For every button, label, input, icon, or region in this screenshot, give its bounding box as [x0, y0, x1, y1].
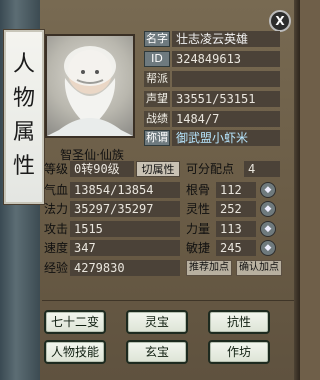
mp-value: 35297/35297 [70, 201, 180, 217]
available-points-label: 可分配点 [186, 162, 235, 176]
bone-adjust-button[interactable]: ◆ [260, 182, 276, 198]
record-value: 1484/7 [172, 111, 280, 127]
hp-value: 13854/13854 [70, 182, 180, 198]
title-label[interactable]: 称谓 [144, 130, 170, 146]
speed-value: 347 [70, 240, 180, 256]
record-label: 战绩 [144, 111, 170, 127]
strength-adjust-button[interactable]: ◆ [260, 221, 276, 237]
spirit-label: 灵性 [186, 202, 211, 216]
agility-value: 245 [216, 240, 256, 256]
guild-value [172, 71, 280, 87]
strength-value: 113 [216, 221, 256, 237]
adjust-icon: ◆ [264, 243, 272, 253]
bone-value: 112 [216, 182, 256, 198]
id-label: ID [144, 51, 170, 67]
strength-label: 力量 [186, 222, 211, 236]
agility-label: 敏捷 [186, 241, 211, 255]
portrait-image [47, 46, 133, 136]
seventy-two-changes-button[interactable]: 七十二变 [44, 310, 106, 334]
name-value: 壮志凌云英雄 [172, 31, 280, 47]
adjust-icon: ◆ [264, 224, 272, 234]
name-label: 名字 [144, 31, 170, 47]
agility-adjust-button[interactable]: ◆ [260, 240, 276, 256]
guild-label: 帮派 [144, 71, 170, 87]
confirm-points-button[interactable]: 确认加点 [236, 260, 282, 276]
reputation-label: 声望 [144, 91, 170, 107]
character-skills-button[interactable]: 人物技能 [44, 340, 106, 364]
character-attributes-window: 人 物 属 性 X 智圣仙·仙族 名字 壮志凌云英雄 ID 324849613 … [0, 0, 300, 380]
right-border [294, 0, 300, 380]
spirit-adjust-button[interactable]: ◆ [260, 201, 276, 217]
reputation-value: 33551/53151 [172, 91, 280, 107]
section-divider [42, 300, 294, 301]
attack-label: 攻击 [44, 222, 69, 236]
spirit-value: 252 [216, 201, 256, 217]
character-portrait [45, 34, 135, 138]
window-title: 人 物 属 性 [12, 52, 35, 179]
level-label: 等级 [44, 162, 69, 176]
adjust-icon: ◆ [264, 185, 272, 195]
resistance-button[interactable]: 抗性 [208, 310, 270, 334]
adjust-icon: ◆ [264, 204, 272, 214]
close-icon: X [275, 14, 285, 28]
hp-label: 气血 [44, 183, 69, 197]
recommend-points-button[interactable]: 推荐加点 [186, 260, 232, 276]
attack-value: 1515 [70, 221, 180, 237]
mp-label: 法力 [44, 202, 69, 216]
spirit-treasure-button[interactable]: 灵宝 [126, 310, 188, 334]
close-button[interactable]: X [269, 10, 291, 32]
workshop-button[interactable]: 作坊 [208, 340, 270, 364]
exp-value: 4279830 [70, 260, 180, 276]
mystic-treasure-button[interactable]: 玄宝 [126, 340, 188, 364]
level-value: 0转90级 [70, 161, 134, 177]
available-points-value: 4 [244, 161, 280, 177]
bone-label: 根骨 [186, 183, 211, 197]
speed-label: 速度 [44, 241, 69, 255]
exp-label: 经验 [44, 261, 69, 275]
title-banner: 人 物 属 性 [4, 30, 44, 204]
id-value: 324849613 [172, 51, 280, 67]
switch-attribute-button[interactable]: 切属性 [136, 161, 180, 177]
title-value: 御武盟小虾米 [172, 130, 280, 146]
